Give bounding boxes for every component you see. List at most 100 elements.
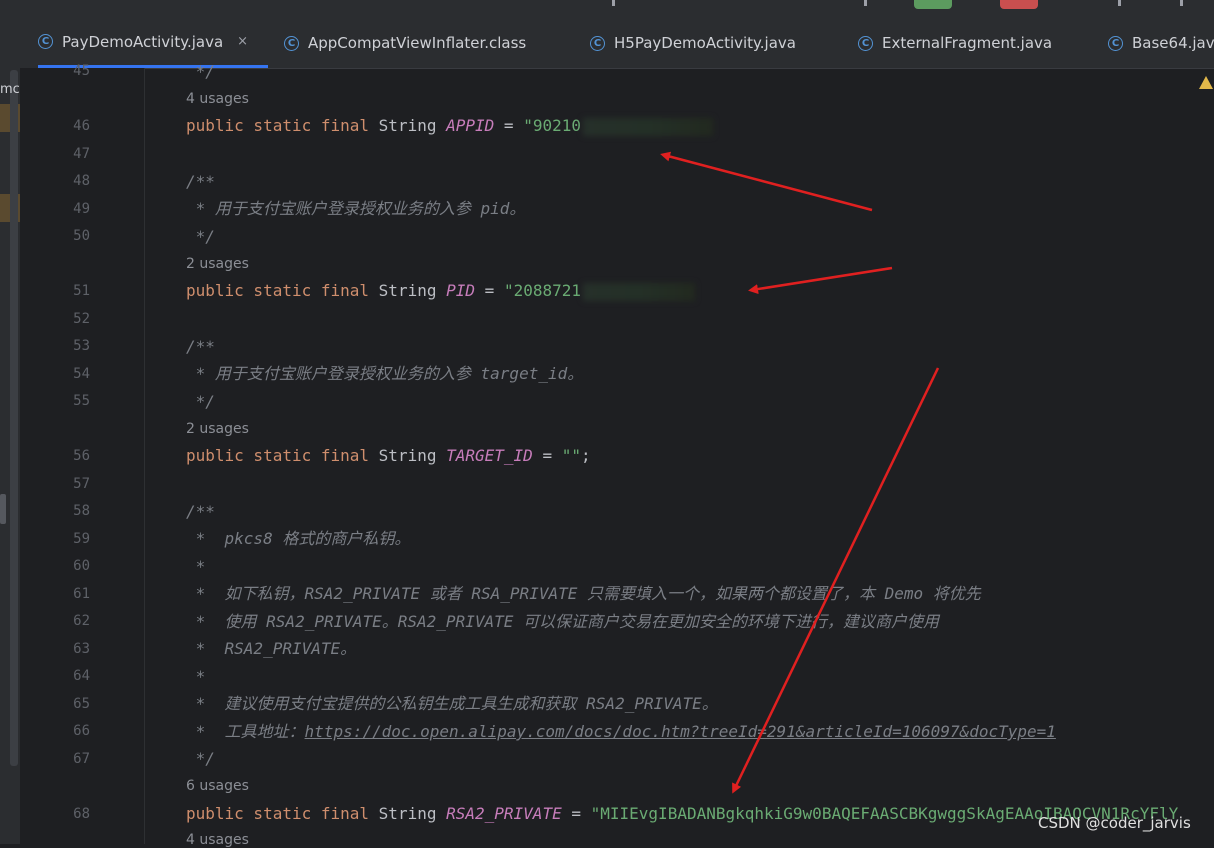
- line-number: 49: [73, 201, 90, 217]
- line-number: 58: [73, 503, 90, 519]
- line-number: 52: [73, 311, 90, 327]
- keyword: public static final: [186, 446, 370, 465]
- warning-icon[interactable]: [1199, 76, 1213, 89]
- watermark: CSDN @coder_jarvis: [1038, 814, 1191, 832]
- code-line-65: * 建议使用支付宝提供的公私钥生成工具生成和获取 RSA2_PRIVATE。: [186, 694, 718, 713]
- code-line-60: *: [186, 557, 206, 576]
- code-line-62: * 使用 RSA2_PRIVATE。RSA2_PRIVATE 可以保证商户交易在…: [186, 612, 939, 631]
- code-line-64: *: [186, 667, 206, 686]
- line-number: 62: [73, 613, 90, 629]
- code-line-58: /**: [186, 502, 215, 521]
- run-button[interactable]: [914, 0, 952, 9]
- line-number: 67: [73, 751, 90, 767]
- title-bar: [0, 0, 1214, 18]
- operator: =: [503, 116, 514, 135]
- code-line-67: */: [186, 749, 215, 768]
- string-literal: "2088721: [503, 281, 581, 300]
- type-name: String: [378, 116, 437, 135]
- operator: =: [542, 446, 553, 465]
- code-line-51: public static final String PID = "208872…: [186, 281, 695, 301]
- vcs-marker: [612, 0, 615, 6]
- line-number: 61: [73, 586, 90, 602]
- tab-label: AppCompatViewInflater.class: [308, 34, 527, 52]
- keyword: public static final: [186, 804, 370, 823]
- tab-label: ExternalFragment.java: [882, 34, 1053, 52]
- keyword: public static final: [186, 281, 370, 300]
- code-line-66: * 工具地址：https://doc.open.alipay.com/docs/…: [186, 722, 1056, 742]
- project-scrollbar[interactable]: [10, 70, 18, 766]
- redacted-value: [583, 117, 713, 136]
- toolbar-marker-2: [1118, 0, 1121, 6]
- code-line-50: */: [186, 227, 215, 246]
- string-literal: "": [561, 446, 581, 465]
- redacted-value: [583, 282, 695, 301]
- line-number: 59: [73, 531, 90, 547]
- line-number: 56: [73, 448, 90, 464]
- operator: =: [484, 281, 495, 300]
- close-icon[interactable]: ×: [237, 34, 248, 49]
- doc-link[interactable]: https://doc.open.alipay.com/docs/doc.htm…: [305, 722, 1056, 741]
- line-number-gutter: 45 46 47 48 49 50 51 52 53 54 55 56 57 5…: [20, 63, 145, 844]
- usages-hint[interactable]: 4 usages: [186, 91, 249, 107]
- class-icon: C: [590, 35, 605, 51]
- line-number: 65: [73, 696, 90, 712]
- usages-hint[interactable]: 6 usages: [186, 778, 249, 794]
- type-name: String: [378, 804, 437, 823]
- tab-base64[interactable]: C Base64.java: [1108, 18, 1214, 68]
- class-icon: C: [38, 34, 53, 49]
- field-name: TARGET_ID: [446, 446, 533, 465]
- tab-label: PayDemoActivity.java: [62, 32, 224, 51]
- comment-text: * 工具地址：: [186, 722, 305, 741]
- line-number: 53: [73, 338, 90, 354]
- usages-hint[interactable]: 4 usages: [186, 832, 249, 848]
- line-number: 57: [73, 476, 90, 492]
- line-number: 50: [73, 228, 90, 244]
- semicolon: ;: [581, 446, 591, 465]
- tab-label: Base64.java: [1132, 34, 1214, 52]
- line-number: 47: [73, 146, 90, 162]
- code-line-56: public static final String TARGET_ID = "…: [186, 446, 591, 466]
- tab-externalfragment[interactable]: C ExternalFragment.java: [858, 18, 1052, 68]
- operator: =: [571, 804, 581, 823]
- line-number: 48: [73, 173, 90, 189]
- line-number: 55: [73, 393, 90, 409]
- field-name: APPID: [446, 116, 495, 135]
- class-icon: C: [858, 35, 873, 51]
- field-name: RSA2_PRIVATE: [446, 804, 562, 823]
- line-number: 60: [73, 558, 90, 574]
- tab-h5paydemoactivity[interactable]: C H5PayDemoActivity.java: [590, 18, 796, 68]
- code-line-46: public static final String APPID = "9021…: [186, 116, 713, 136]
- code-line-45: */: [186, 62, 215, 81]
- string-literal: "90210: [523, 116, 581, 135]
- line-number: 68: [73, 806, 90, 822]
- toolbar-marker: [864, 0, 867, 6]
- line-number: 63: [73, 641, 90, 657]
- usages-hint[interactable]: 2 usages: [186, 421, 249, 437]
- line-number: 51: [73, 283, 90, 299]
- class-icon: C: [1108, 35, 1123, 51]
- keyword: public static final: [186, 116, 370, 135]
- class-icon: C: [284, 35, 299, 51]
- code-line-48: /**: [186, 172, 215, 191]
- code-line-68: public static final String RSA2_PRIVATE …: [186, 804, 1178, 824]
- tab-appcompatviewinflater[interactable]: C AppCompatViewInflater.class: [284, 18, 526, 68]
- code-line-53: /**: [186, 337, 215, 356]
- tab-label: H5PayDemoActivity.java: [614, 34, 796, 52]
- project-tool-strip: mc: [0, 18, 20, 844]
- project-scroll-thumb[interactable]: [0, 494, 6, 524]
- code-editor[interactable]: */ 4 usages public static final String A…: [145, 62, 1214, 848]
- line-number: 45: [73, 63, 90, 79]
- type-name: String: [378, 446, 437, 465]
- code-line-54: * 用于支付宝账户登录授权业务的入参 target_id。: [186, 364, 584, 383]
- line-number: 54: [73, 366, 90, 382]
- code-line-63: * RSA2_PRIVATE。: [186, 639, 357, 658]
- code-line-55: */: [186, 392, 215, 411]
- field-name: PID: [446, 281, 476, 300]
- line-number: 66: [73, 723, 90, 739]
- search-icon[interactable]: [1180, 0, 1183, 6]
- line-number: 64: [73, 668, 90, 684]
- usages-hint[interactable]: 2 usages: [186, 256, 249, 272]
- code-line-59: * pkcs8 格式的商户私钥。: [186, 529, 411, 548]
- tab-paydemoactivity[interactable]: C PayDemoActivity.java ×: [38, 18, 268, 68]
- stop-button[interactable]: [1000, 0, 1038, 9]
